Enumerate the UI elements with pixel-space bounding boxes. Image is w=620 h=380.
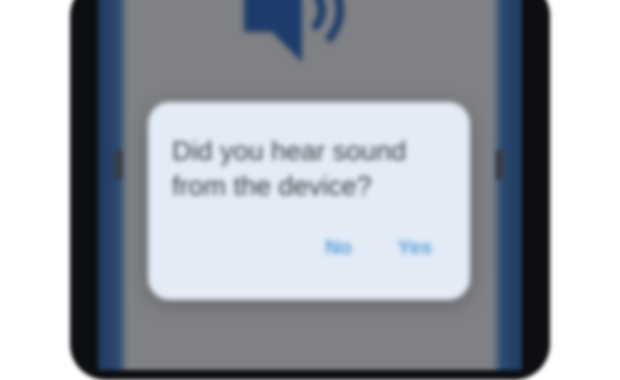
no-button[interactable]: No	[324, 237, 354, 260]
side-button-right	[496, 150, 504, 180]
side-button-left	[114, 150, 122, 180]
dialog-message: Did you hear sound from the device?	[172, 136, 407, 201]
dialog-actions: No Yes	[324, 237, 432, 260]
yes-button[interactable]: Yes	[398, 237, 432, 260]
sound-check-dialog: Did you hear sound from the device? No Y…	[148, 102, 470, 300]
speaker-volume-icon	[244, 0, 344, 62]
